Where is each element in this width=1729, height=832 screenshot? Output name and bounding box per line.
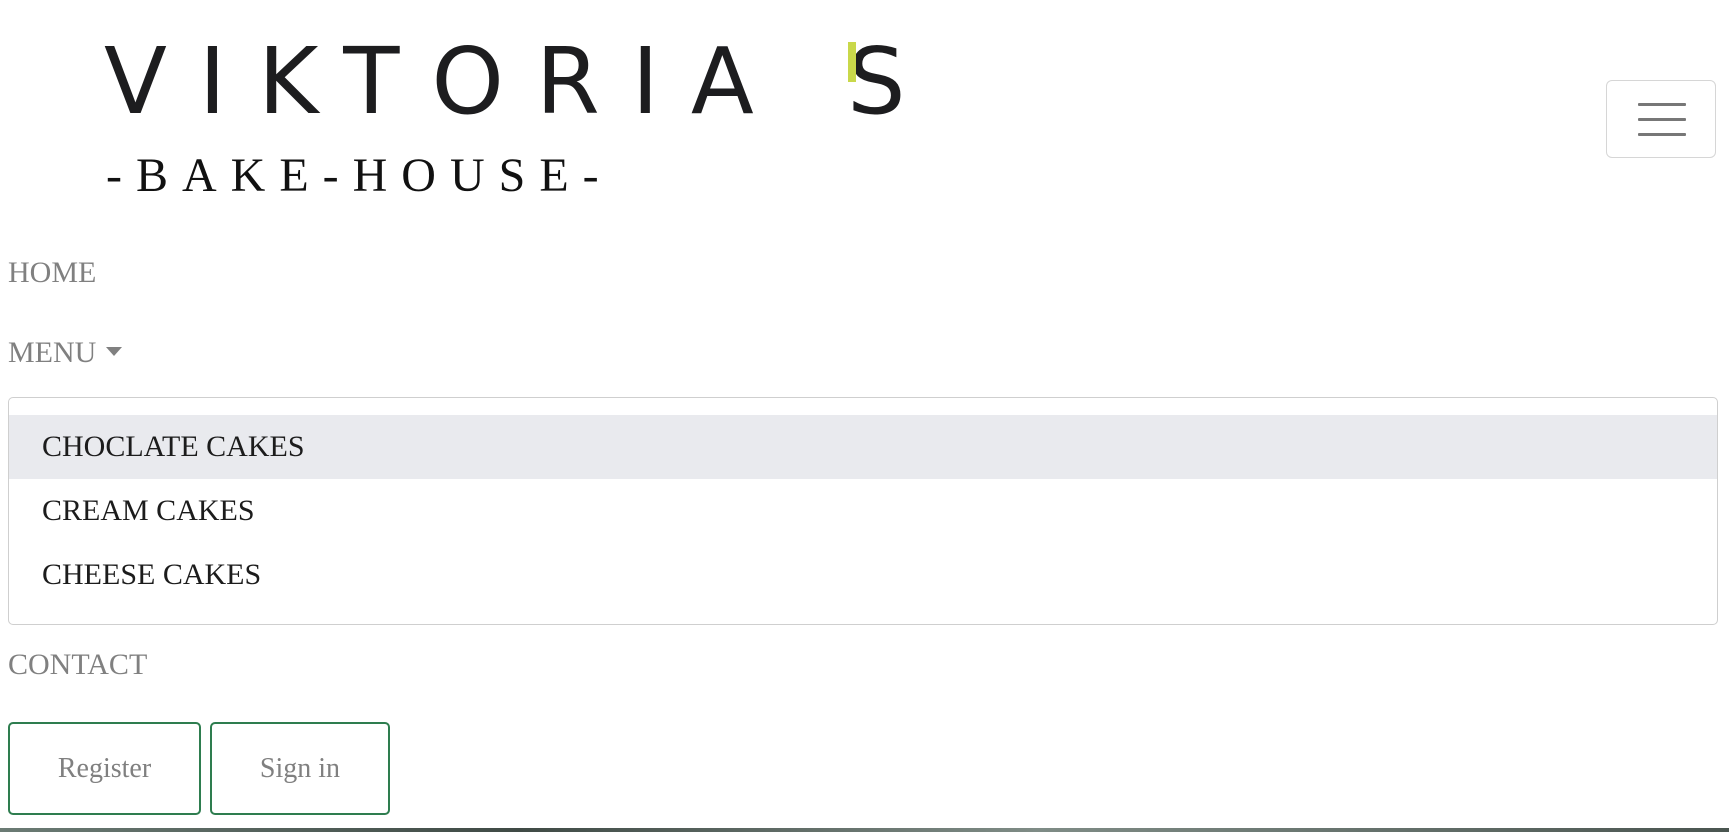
logo-wordmark: VIKTORIA S	[104, 28, 938, 135]
nav-link-contact[interactable]: CONTACT	[8, 650, 147, 680]
menu-dropdown: CHOCLATE CAKES CREAM CAKES CHEESE CAKES	[8, 397, 1718, 625]
nav-link-menu[interactable]: MENU	[8, 336, 123, 369]
dropdown-item-cream-cakes[interactable]: CREAM CAKES	[9, 479, 1717, 543]
dropdown-item-cheese-cakes[interactable]: CHEESE CAKES	[9, 543, 1717, 607]
nav-link-menu-label: MENU	[8, 336, 97, 369]
logo-apostrophe-accent	[848, 42, 856, 82]
page-bottom-edge	[0, 828, 1729, 832]
sign-in-button[interactable]: Sign in	[210, 722, 390, 815]
logo-subtitle: -BAKE-HOUSE-	[106, 149, 613, 202]
register-button[interactable]: Register	[8, 722, 201, 815]
brand-logo[interactable]: VIKTORIA S -BAKE-HOUSE-	[104, 36, 906, 206]
page: VIKTORIA S -BAKE-HOUSE- HOME MENU CHOCLA…	[0, 0, 1729, 832]
caret-down-icon	[106, 346, 123, 356]
navbar-toggle-button[interactable]	[1606, 80, 1716, 158]
nav-link-home[interactable]: HOME	[8, 258, 96, 288]
dropdown-item-chocolate-cakes[interactable]: CHOCLATE CAKES	[9, 415, 1717, 479]
